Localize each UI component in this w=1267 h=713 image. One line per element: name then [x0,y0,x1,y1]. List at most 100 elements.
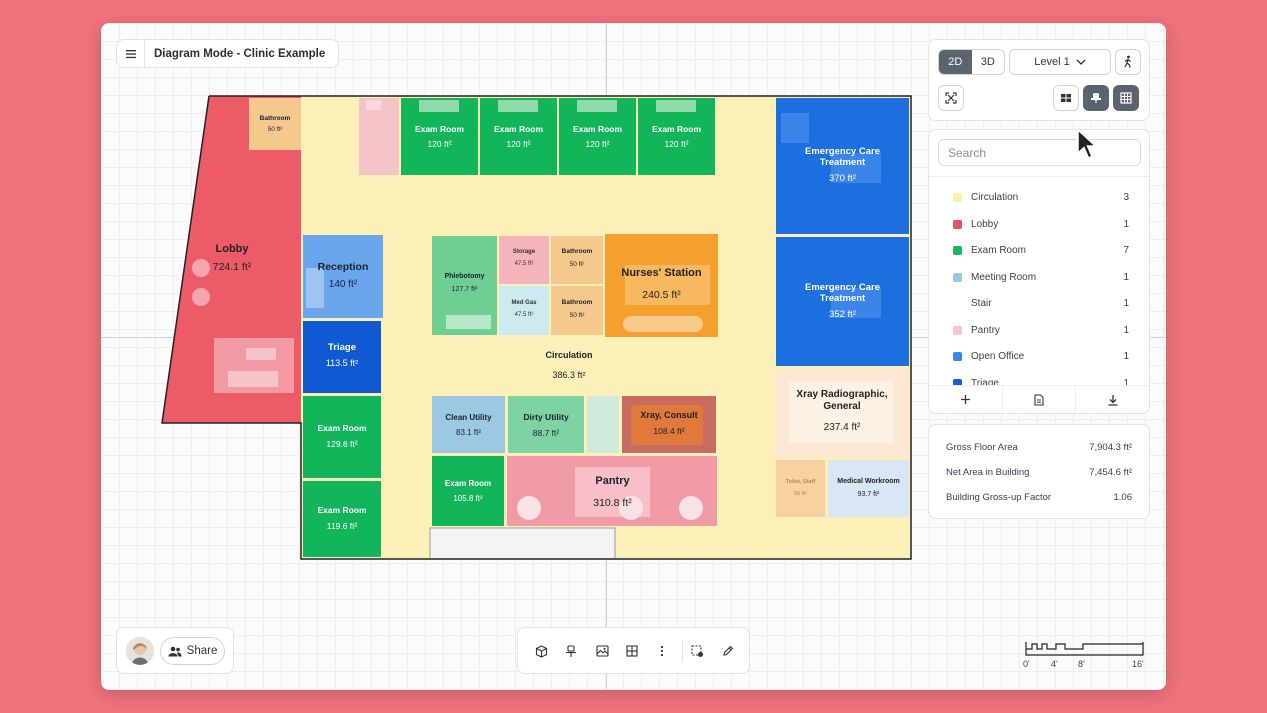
grid-icon [1120,92,1132,104]
search-input[interactable] [938,139,1141,166]
room-emergency-care-2[interactable]: Emergency Care Treatment 352 ft² [791,271,894,331]
legend-item-label: Exam Room [971,244,1027,256]
more-options-button[interactable] [653,642,671,660]
room-exam-1[interactable]: Exam Room 120 ft² [401,98,478,175]
view-mode-toggle: 2D 3D [938,49,1005,75]
color-swatch [953,298,962,308]
room-lobby[interactable]: Lobby 724.1 ft² [191,233,273,283]
legend-item-exam-room[interactable]: Exam Room 7 [929,237,1149,263]
room-bathroom-3[interactable]: Bathroom 50 ft² [551,294,603,324]
room-area: 140 ft² [328,278,358,290]
mode-2d-button[interactable]: 2D [939,50,972,74]
legend-item-label: Lobby [971,218,999,230]
room-exam-4[interactable]: Exam Room 120 ft² [638,98,715,175]
cube-tool-button[interactable] [532,642,550,660]
edit-button[interactable] [719,642,737,660]
stat-label: Gross Floor Area [946,441,1018,453]
legend-item-pantry[interactable]: Pantry 1 [929,317,1149,343]
color-swatch [953,219,962,229]
legend-item-stair[interactable]: Stair 1 [929,290,1149,316]
room-name: Bathroom [561,299,593,307]
legend-item-count: 3 [1123,191,1129,203]
person-walking-icon [1124,55,1131,68]
room-area: 120 ft² [427,139,452,150]
room-xray-consult[interactable]: Xray, Consult 108.4 ft² [622,403,716,443]
room-dirty-utility[interactable]: Dirty Utility 88.7 ft² [508,405,584,445]
room-bathroom-2[interactable]: Bathroom 50 ft² [551,243,603,273]
image-icon [595,645,609,657]
download-button[interactable] [1076,386,1149,413]
menu-button[interactable] [117,40,145,67]
image-tool-button[interactable] [593,642,611,660]
legend-item-open-office[interactable]: Open Office 1 [929,343,1149,369]
room-area: 50 ft² [569,260,585,268]
room-nurses-station[interactable]: Nurses' Station 240.5 ft² [605,261,718,307]
room-med-gas[interactable]: Med Gas 47.5 ft² [499,294,549,324]
room-clean-utility[interactable]: Clean Utility 83.1 ft² [432,405,505,445]
legend-item-label: Pantry [971,324,1000,336]
room-triage[interactable]: Triage 113.5 ft² [303,335,381,375]
room-medical-workroom[interactable]: Medical Workroom 93.7 ft² [828,473,909,503]
fit-to-screen-button[interactable] [938,85,964,111]
legend-item-triage[interactable]: Triage 1 [929,370,1149,386]
select-area-button[interactable] [688,642,706,660]
toolbar-divider [682,640,683,662]
avatar[interactable] [126,637,154,665]
document-button[interactable] [1003,386,1077,413]
room-emergency-care-1[interactable]: Emergency Care Treatment 370 ft² [791,135,894,195]
room-name: Exam Room [317,423,367,434]
furniture-tool-button[interactable] [562,642,580,660]
legend-item-count: 7 [1123,244,1129,256]
layout-view-button[interactable] [1053,85,1079,111]
legend-item-count: 1 [1123,297,1129,309]
room-name: Xray, Consult [640,410,698,421]
room-exam-3[interactable]: Exam Room 120 ft² [559,98,636,175]
color-swatch [953,351,962,361]
pencil-icon [723,645,734,656]
app-window: Bathroom 50 ft² Exam Room 120 ft² Exam R… [101,23,1166,690]
legend-list[interactable]: Circulation 3 Lobby 1 Exam Room 7 Meetin… [929,180,1149,386]
chevron-down-icon [1076,59,1086,65]
scale-label: 0' [1023,659,1030,669]
level-select[interactable]: Level 1 [1009,49,1111,75]
table-tool-button[interactable] [623,642,641,660]
walk-mode-button[interactable] [1115,49,1141,75]
color-swatch [953,192,962,202]
room-name: Medical Workroom [837,477,900,485]
room-name: Phlebotomy [444,272,485,280]
room-name: Pantry [595,475,630,488]
add-button[interactable] [929,386,1003,413]
table-icon [626,645,638,657]
share-button[interactable]: Share [160,637,225,665]
room-area: 724.1 ft² [212,261,252,274]
room-exam-5[interactable]: Exam Room 129.6 ft² [303,416,381,456]
cube-icon [535,644,547,658]
download-icon [1108,394,1118,406]
mode-3d-button[interactable]: 3D [972,50,1005,74]
room-area: 352 ft² [829,309,856,321]
legend-item-lobby[interactable]: Lobby 1 [929,211,1149,237]
room-circulation[interactable]: Circulation 386.3 ft² [529,345,609,385]
room-name: Emergency Care Treatment [805,281,880,304]
room-exam-6[interactable]: Exam Room 105.8 ft² [432,471,504,511]
room-xray-radiographic[interactable]: Xray Radiographic, General 237.4 ft² [783,383,901,438]
room-phlebotomy[interactable]: Phlebotomy 127.7 ft² [432,268,497,298]
room-name: Nurses' Station [621,267,702,280]
legend-item-circulation[interactable]: Circulation 3 [929,184,1149,210]
room-name: Exam Room [572,123,623,134]
room-toilet-staff[interactable]: Toilet, Staff 56 ft² [776,473,825,503]
room-exam-2[interactable]: Exam Room 120 ft² [480,98,557,175]
room-area: 240.5 ft² [642,288,681,301]
grid-toggle-button[interactable] [1113,85,1139,111]
room-pantry[interactable]: Pantry 310.8 ft² [575,467,650,517]
legend-item-meeting-room[interactable]: Meeting Room 1 [929,264,1149,290]
room-exam-7[interactable]: Exam Room 119.6 ft² [303,498,381,538]
scale-label: 4' [1051,659,1058,669]
room-storage[interactable]: Storage 47.5 ft² [499,243,549,273]
stat-gross-floor-area: Gross Floor Area 7,904.3 ft² [946,439,1132,455]
room-name: Bathroom [561,248,593,256]
room-reception[interactable]: Reception 140 ft² [303,253,383,298]
furniture-toggle-button[interactable] [1083,85,1109,111]
more-vertical-icon [660,645,664,657]
room-bathroom-top[interactable]: Bathroom 50 ft² [249,98,301,150]
